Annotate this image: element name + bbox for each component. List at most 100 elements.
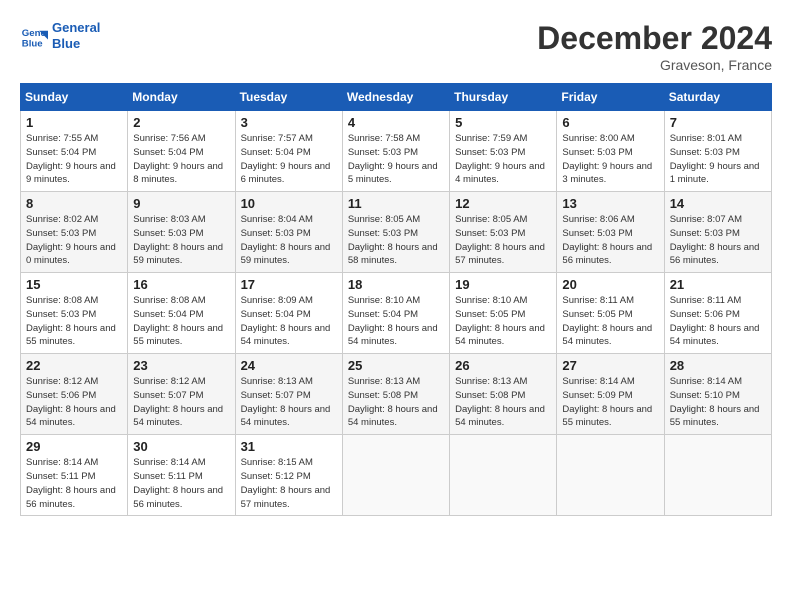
day-info: Sunrise: 8:05 AMSunset: 5:03 PMDaylight:… [348,213,444,268]
day-cell-16: 16Sunrise: 8:08 AMSunset: 5:04 PMDayligh… [128,273,235,354]
day-cell-19: 19 Sunrise: 8:10 AMSunset: 5:05 PMDayligh… [450,273,557,354]
day-number: 18 [348,277,444,292]
day-cell-22: 22 Sunrise: 8:12 AMSunset: 5:06 PMDayligh… [21,354,128,435]
day-info: Sunrise: 8:13 AMSunset: 5:08 PMDaylight:… [455,375,551,430]
day-cell-15: 15 Sunrise: 8:08 AMSunset: 5:03 PMDayligh… [21,273,128,354]
day-number: 8 [26,196,122,211]
day-info: Sunrise: 8:05 AMSunset: 5:03 PMDaylight:… [455,213,551,268]
day-cell-3: 3 Sunrise: 7:57 AMSunset: 5:04 PMDaylight… [235,111,342,192]
day-info: Sunrise: 8:14 AMSunset: 5:11 PMDaylight:… [133,456,229,511]
logo-text-line2: Blue [52,36,100,52]
day-info: Sunrise: 8:08 AMSunset: 5:04 PMDaylight:… [133,294,229,349]
logo-icon: General Blue [20,22,48,50]
day-number: 2 [133,115,229,130]
day-cell-26: 26 Sunrise: 8:13 AMSunset: 5:08 PMDayligh… [450,354,557,435]
day-info: Sunrise: 8:13 AMSunset: 5:07 PMDaylight:… [241,375,337,430]
day-cell-30: 30 Sunrise: 8:14 AMSunset: 5:11 PMDayligh… [128,435,235,516]
weekday-header-sunday: Sunday [21,84,128,111]
day-info: Sunrise: 8:03 AMSunset: 5:03 PMDaylight:… [133,213,229,268]
day-number: 28 [670,358,766,373]
day-info: Sunrise: 7:56 AMSunset: 5:04 PMDaylight:… [133,132,229,187]
day-cell-29: 29Sunrise: 8:14 AMSunset: 5:11 PMDayligh… [21,435,128,516]
day-cell-17: 17 Sunrise: 8:09 AMSunset: 5:04 PMDayligh… [235,273,342,354]
calendar-row: 29Sunrise: 8:14 AMSunset: 5:11 PMDayligh… [21,435,772,516]
day-info: Sunrise: 8:14 AMSunset: 5:11 PMDaylight:… [26,456,122,511]
day-number: 17 [241,277,337,292]
day-cell-5: 5 Sunrise: 7:59 AMSunset: 5:03 PMDaylight… [450,111,557,192]
empty-cell [450,435,557,516]
day-number: 24 [241,358,337,373]
day-cell-14: 14 Sunrise: 8:07 AMSunset: 5:03 PMDayligh… [664,192,771,273]
day-number: 27 [562,358,658,373]
weekday-header-monday: Monday [128,84,235,111]
day-number: 5 [455,115,551,130]
weekday-header-saturday: Saturday [664,84,771,111]
day-info: Sunrise: 8:15 AMSunset: 5:12 PMDaylight:… [241,456,337,511]
day-info: Sunrise: 7:55 AMSunset: 5:04 PMDaylight:… [26,132,122,187]
day-number: 6 [562,115,658,130]
day-number: 1 [26,115,122,130]
weekday-header-row: SundayMondayTuesdayWednesdayThursdayFrid… [21,84,772,111]
day-info: Sunrise: 8:14 AMSunset: 5:10 PMDaylight:… [670,375,766,430]
day-info: Sunrise: 8:07 AMSunset: 5:03 PMDaylight:… [670,213,766,268]
day-info: Sunrise: 8:14 AMSunset: 5:09 PMDaylight:… [562,375,658,430]
day-info: Sunrise: 8:12 AMSunset: 5:07 PMDaylight:… [133,375,229,430]
day-cell-28: 28 Sunrise: 8:14 AMSunset: 5:10 PMDayligh… [664,354,771,435]
day-number: 3 [241,115,337,130]
month-title: December 2024 [537,20,772,57]
day-cell-8: 8 Sunrise: 8:02 AMSunset: 5:03 PMDaylight… [21,192,128,273]
day-number: 11 [348,196,444,211]
day-cell-6: 6Sunrise: 8:00 AMSunset: 5:03 PMDaylight… [557,111,664,192]
calendar-row: 1 Sunrise: 7:55 AMSunset: 5:04 PMDaylight… [21,111,772,192]
day-info: Sunrise: 8:10 AMSunset: 5:05 PMDaylight:… [455,294,551,349]
day-number: 23 [133,358,229,373]
day-info: Sunrise: 8:08 AMSunset: 5:03 PMDaylight:… [26,294,122,349]
day-number: 26 [455,358,551,373]
empty-cell [664,435,771,516]
logo: General Blue General Blue [20,20,100,51]
day-number: 19 [455,277,551,292]
weekday-header-tuesday: Tuesday [235,84,342,111]
day-info: Sunrise: 8:09 AMSunset: 5:04 PMDaylight:… [241,294,337,349]
day-cell-11: 11 Sunrise: 8:05 AMSunset: 5:03 PMDayligh… [342,192,449,273]
day-cell-10: 10 Sunrise: 8:04 AMSunset: 5:03 PMDayligh… [235,192,342,273]
weekday-header-friday: Friday [557,84,664,111]
svg-text:Blue: Blue [22,38,43,49]
day-info: Sunrise: 8:02 AMSunset: 5:03 PMDaylight:… [26,213,122,268]
day-number: 13 [562,196,658,211]
day-number: 21 [670,277,766,292]
title-area: December 2024 Graveson, France [537,20,772,73]
day-number: 14 [670,196,766,211]
day-cell-25: 25Sunrise: 8:13 AMSunset: 5:08 PMDayligh… [342,354,449,435]
day-info: Sunrise: 8:04 AMSunset: 5:03 PMDaylight:… [241,213,337,268]
day-info: Sunrise: 8:11 AMSunset: 5:05 PMDaylight:… [562,294,658,349]
day-number: 31 [241,439,337,454]
day-cell-4: 4Sunrise: 7:58 AMSunset: 5:03 PMDaylight… [342,111,449,192]
logo-text-line1: General [52,20,100,36]
day-number: 7 [670,115,766,130]
day-number: 9 [133,196,229,211]
day-number: 20 [562,277,658,292]
day-number: 12 [455,196,551,211]
calendar-row: 8 Sunrise: 8:02 AMSunset: 5:03 PMDaylight… [21,192,772,273]
empty-cell [557,435,664,516]
day-number: 10 [241,196,337,211]
day-cell-31: 31 Sunrise: 8:15 AMSunset: 5:12 PMDayligh… [235,435,342,516]
day-cell-9: 9 Sunrise: 8:03 AMSunset: 5:03 PMDaylight… [128,192,235,273]
page-header: General Blue General Blue December 2024 … [20,20,772,73]
day-cell-21: 21Sunrise: 8:11 AMSunset: 5:06 PMDayligh… [664,273,771,354]
day-cell-18: 18Sunrise: 8:10 AMSunset: 5:04 PMDayligh… [342,273,449,354]
day-cell-1: 1 Sunrise: 7:55 AMSunset: 5:04 PMDaylight… [21,111,128,192]
day-info: Sunrise: 7:57 AMSunset: 5:04 PMDaylight:… [241,132,337,187]
day-info: Sunrise: 8:06 AMSunset: 5:03 PMDaylight:… [562,213,658,268]
day-number: 15 [26,277,122,292]
calendar-table: SundayMondayTuesdayWednesdayThursdayFrid… [20,83,772,516]
day-cell-12: 12 Sunrise: 8:05 AMSunset: 5:03 PMDayligh… [450,192,557,273]
day-number: 22 [26,358,122,373]
day-info: Sunrise: 8:01 AMSunset: 5:03 PMDaylight:… [670,132,766,187]
day-number: 30 [133,439,229,454]
day-info: Sunrise: 8:12 AMSunset: 5:06 PMDaylight:… [26,375,122,430]
day-info: Sunrise: 7:59 AMSunset: 5:03 PMDaylight:… [455,132,551,187]
weekday-header-wednesday: Wednesday [342,84,449,111]
calendar-row: 15 Sunrise: 8:08 AMSunset: 5:03 PMDayligh… [21,273,772,354]
